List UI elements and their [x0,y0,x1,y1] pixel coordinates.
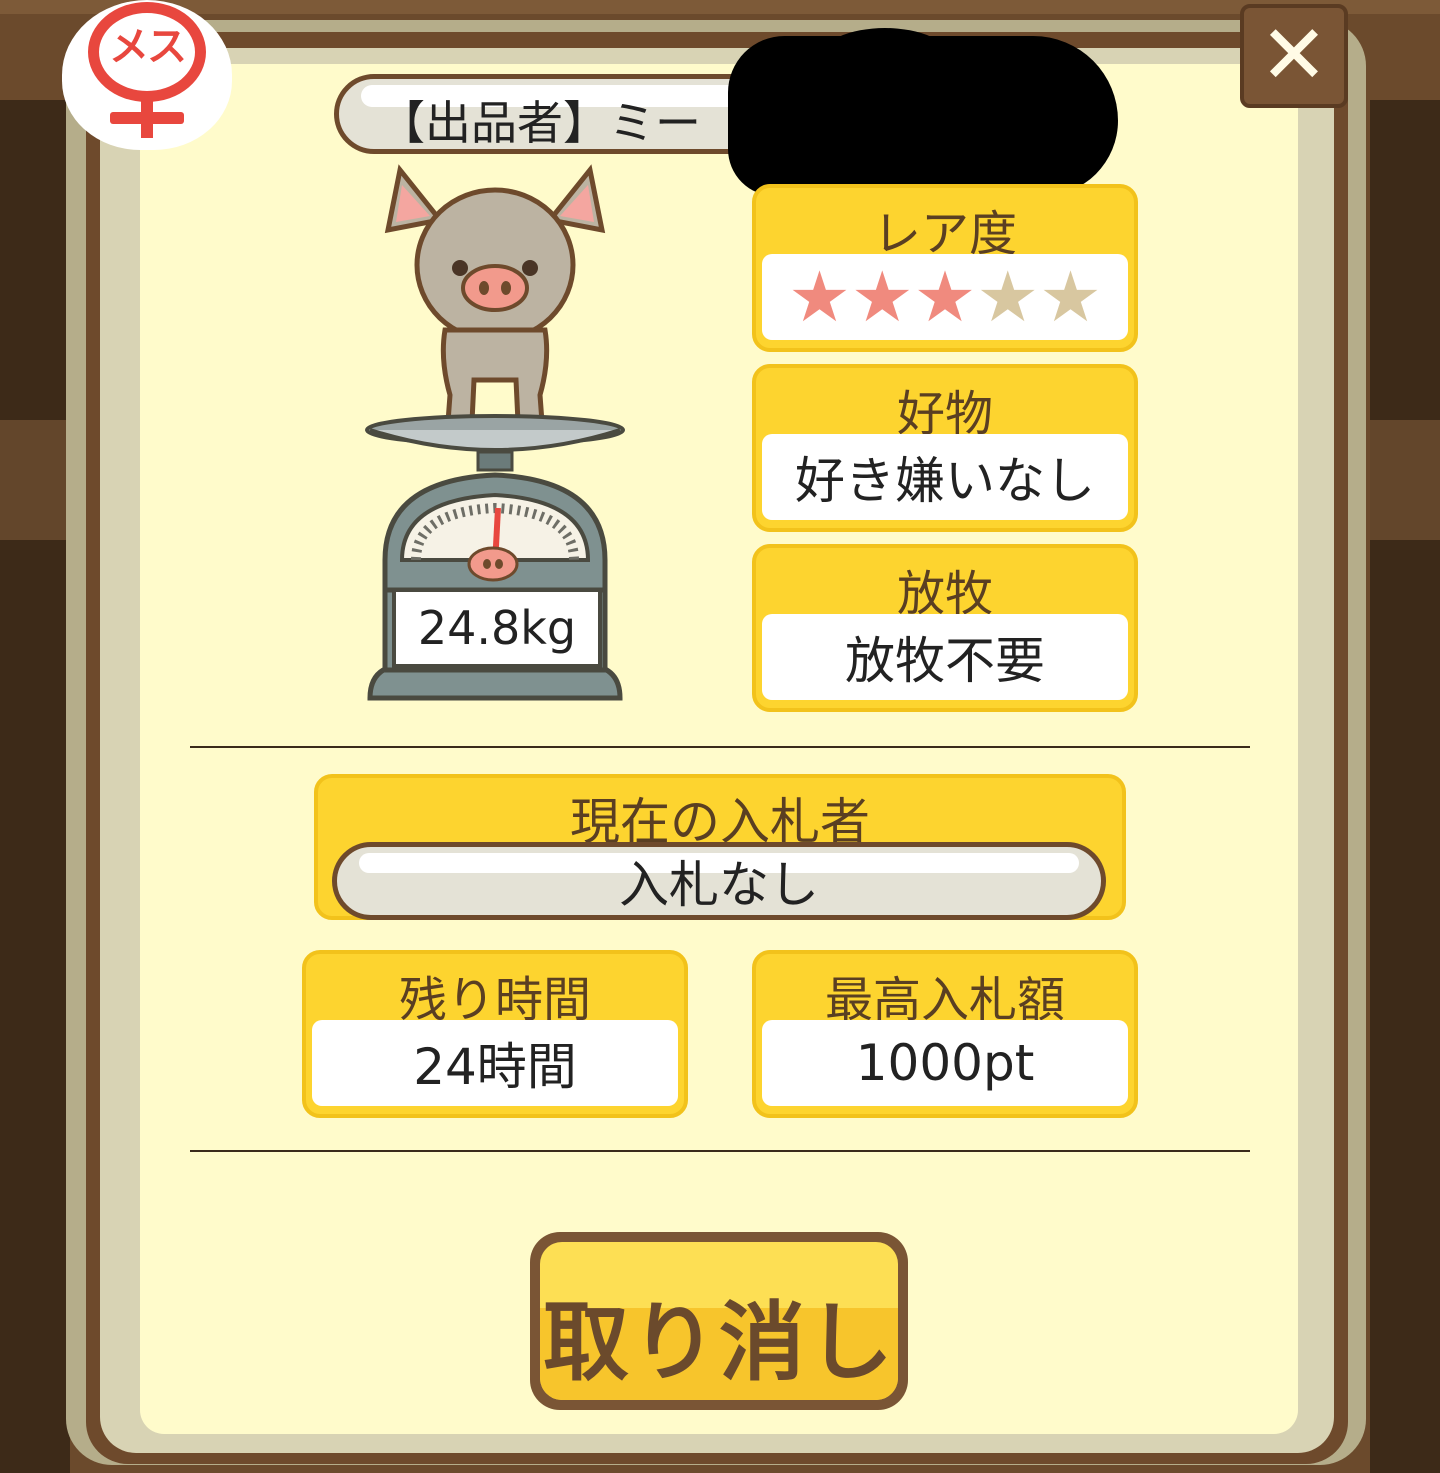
time-left-value: 24時間 [312,1020,678,1106]
bg-top-strip [0,0,1440,14]
grazing-value: 放牧不要 [762,614,1128,700]
seller-name: 【出品者】ミー [379,96,701,150]
bg-left-wall [0,100,70,1473]
star-icon-empty: ★ [976,256,1040,338]
star-icon-filled: ★ [788,256,851,338]
divider [190,746,1250,748]
bg-right-fence [1370,420,1440,540]
bg-left-fence [0,420,70,540]
cancel-button-face: 取り消し [540,1242,898,1400]
star-icon-filled: ★ [913,256,977,338]
divider [190,1150,1250,1152]
star-icon-filled: ★ [850,256,914,338]
close-icon: ✕ [1259,8,1329,103]
rarity-stars: ★ ★ ★ ★ ★ [788,262,1102,332]
rarity-box: レア度 ★ ★ ★ ★ ★ [752,184,1138,352]
weight-display: 24.8kg [392,588,602,668]
redaction-mark-top [820,28,950,88]
bg-right-wall [1370,100,1440,1473]
current-bidder-field: 入札なし [332,842,1106,920]
rarity-value: ★ ★ ★ ★ ★ [762,254,1128,340]
cancel-button[interactable]: 取り消し [530,1232,908,1410]
max-bid-box: 最高入札額 1000pt [752,950,1138,1118]
grazing-box: 放牧 放牧不要 [752,544,1138,712]
close-button[interactable]: ✕ [1240,4,1348,108]
current-bidder-value: 入札なし [619,856,819,914]
star-icon-empty: ★ [1039,256,1102,338]
cancel-button-label: 取り消し [543,1293,895,1393]
time-left-box: 残り時間 24時間 [302,950,688,1118]
food-box: 好物 好き嫌いなし [752,364,1138,532]
female-symbol-bar [110,112,184,124]
gender-label: メス [109,24,187,70]
food-value: 好き嫌いなし [762,434,1128,520]
max-bid-value: 1000pt [762,1020,1128,1106]
